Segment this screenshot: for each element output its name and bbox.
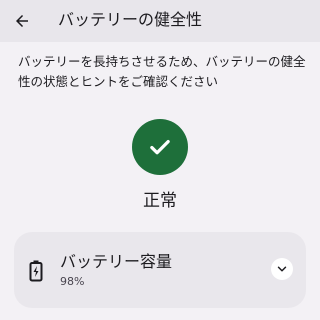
- check-icon: [150, 139, 170, 155]
- battery-charging-icon: [29, 260, 43, 282]
- chevron-down-icon: [277, 266, 287, 272]
- battery-capacity-value: 98%: [60, 275, 85, 288]
- battery-capacity-card[interactable]: バッテリー容量 98%: [14, 232, 306, 308]
- back-button[interactable]: [8, 7, 36, 35]
- page-title: バッテリーの健全性: [58, 10, 203, 29]
- status-indicator: [132, 119, 188, 175]
- arrow-back-icon: [16, 15, 28, 27]
- battery-health-description: バッテリーを長持ちさせるため、バッテリーの健全性の状態とヒントをご確認ください: [18, 54, 306, 89]
- expand-button[interactable]: [271, 258, 293, 280]
- status-label: 正常: [143, 191, 177, 211]
- battery-capacity-title: バッテリー容量: [60, 252, 173, 271]
- app-bar: バッテリーの健全性: [0, 0, 320, 42]
